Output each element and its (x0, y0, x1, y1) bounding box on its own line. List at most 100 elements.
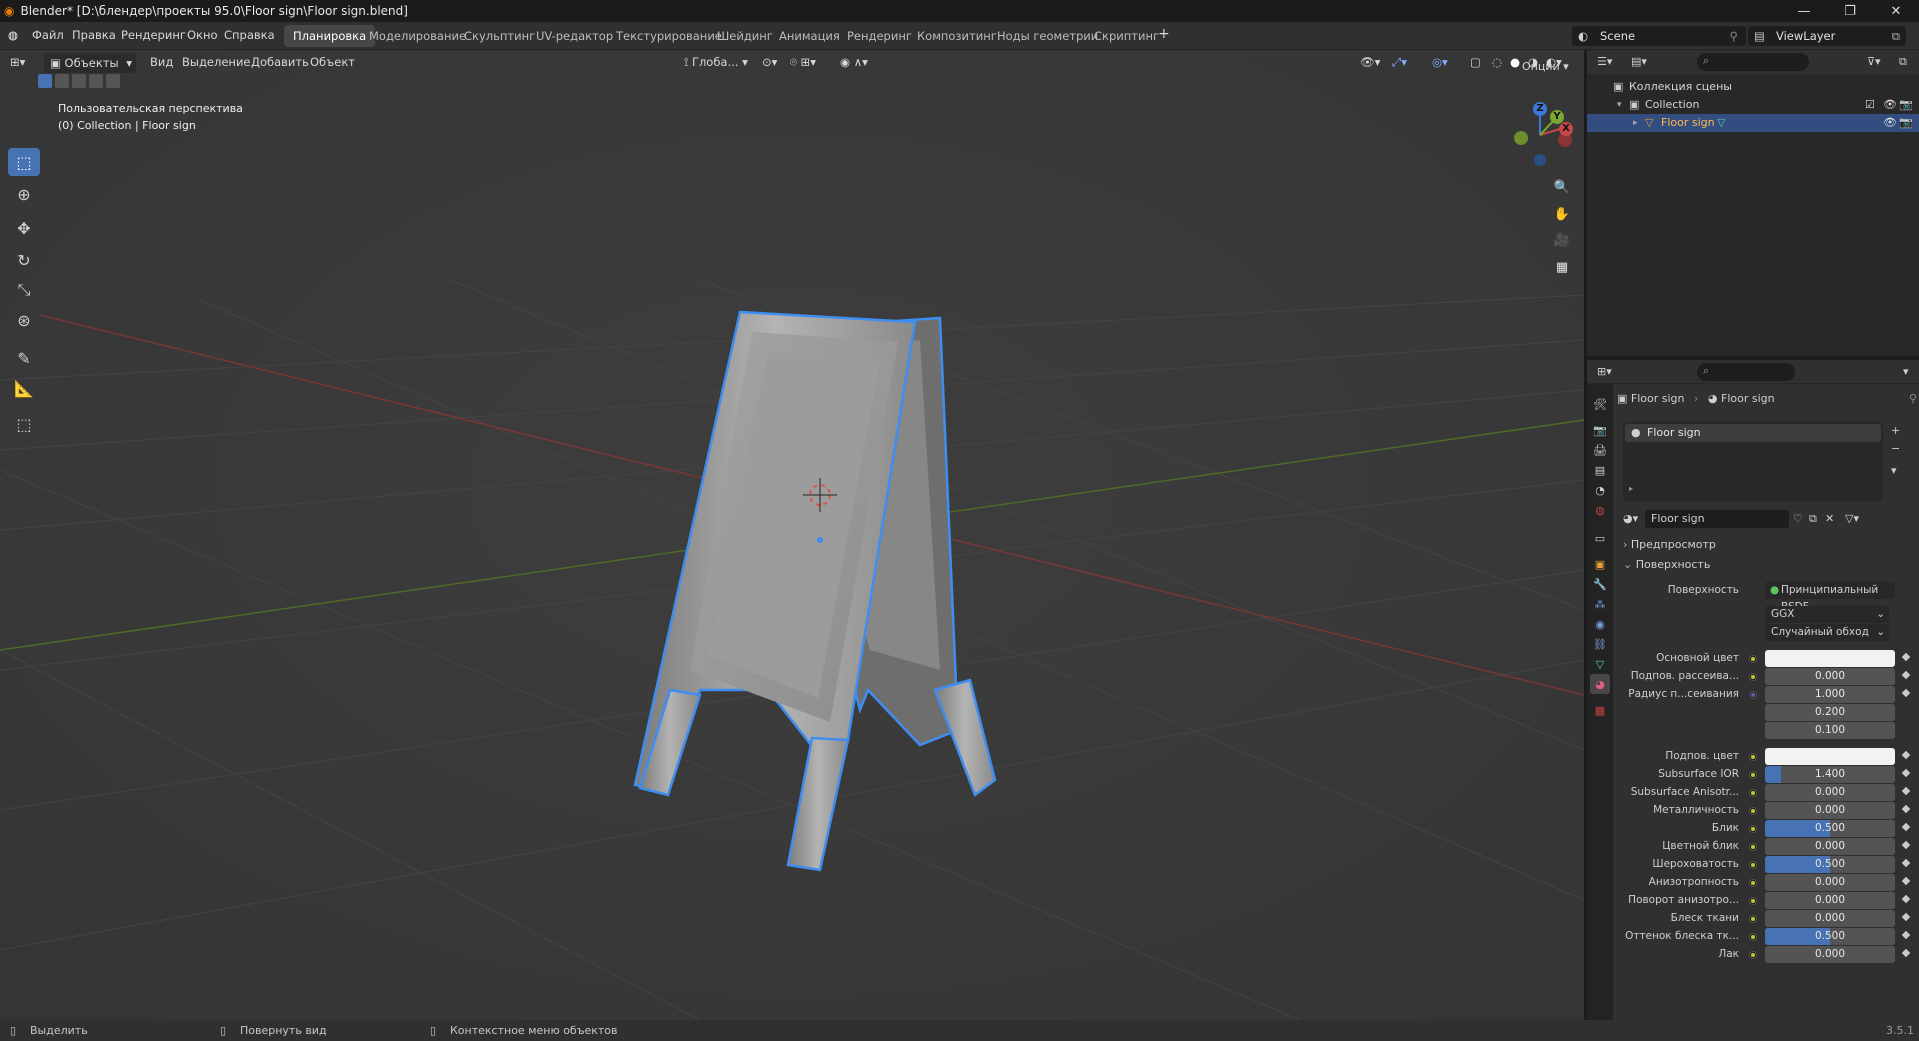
property-value-field[interactable]: 0.000 (1765, 784, 1895, 801)
scale-tool-icon[interactable]: ⤡ (8, 276, 40, 304)
socket-icon[interactable] (1749, 673, 1757, 681)
transform-tool-icon[interactable]: ⊛ (8, 306, 40, 334)
select-invert-icon[interactable] (89, 74, 103, 88)
new-collection-icon[interactable]: ⧉ (1899, 55, 1907, 69)
mesh-data-icon[interactable]: ▽ (1717, 114, 1725, 132)
select-box-tool-icon[interactable]: ⬚ (8, 148, 40, 176)
scene-tab-icon[interactable]: ◔ (1590, 480, 1610, 500)
property-value-field[interactable]: 1.000 (1765, 686, 1895, 703)
keyframe-icon[interactable] (1901, 930, 1911, 940)
property-value-field[interactable]: 1.400 (1765, 766, 1895, 783)
remove-slot-icon[interactable]: − (1891, 442, 1900, 455)
browse-material-icon[interactable]: ◕▾ (1623, 512, 1638, 525)
distribution-dropdown[interactable]: GGX ⌄ (1765, 606, 1889, 623)
editor-type-icon[interactable]: ⊞▾ (10, 55, 25, 69)
annotate-tool-icon[interactable]: ✎ (8, 344, 40, 372)
outliner-editor-icon[interactable]: ☰▾ (1597, 55, 1612, 68)
render-tab-icon[interactable]: 📷 (1590, 420, 1610, 440)
keyframe-icon[interactable] (1901, 858, 1911, 868)
tab-scripting[interactable]: Скриптинг (1085, 25, 1168, 47)
unlink-material-icon[interactable]: ✕ (1825, 512, 1834, 525)
solid-shading-icon[interactable]: ● (1510, 55, 1520, 69)
pivot-icon[interactable]: ⊙▾ (762, 55, 777, 69)
socket-icon[interactable] (1749, 807, 1757, 815)
socket-icon[interactable] (1749, 843, 1757, 851)
xray-icon[interactable]: ▢ (1470, 55, 1481, 69)
display-mode-icon[interactable]: ▤▾ (1631, 55, 1647, 68)
navigation-gizmo[interactable]: Z Y X (1505, 100, 1575, 170)
expand-arrow-icon[interactable]: ▾ (1617, 96, 1622, 114)
add-cube-tool-icon[interactable]: ⬚ (8, 410, 40, 438)
keyframe-icon[interactable] (1901, 822, 1911, 832)
eye-icon[interactable]: 👁 (1883, 114, 1897, 132)
menu-render[interactable]: Рендеринг (121, 28, 186, 42)
material-tab-icon[interactable]: ◕ (1590, 674, 1610, 694)
property-value-field[interactable]: 0.000 (1765, 668, 1895, 685)
keyframe-icon[interactable] (1901, 876, 1911, 886)
constraints-tab-icon[interactable]: ⛓ (1590, 634, 1610, 654)
overlays-icon[interactable]: ◎▾ (1432, 55, 1448, 69)
property-value-field[interactable]: 0.000 (1765, 946, 1895, 963)
world-tab-icon[interactable]: ◍ (1590, 500, 1610, 520)
keyframe-icon[interactable] (1901, 652, 1911, 662)
modifier-tab-icon[interactable]: 🔧 (1590, 574, 1610, 594)
select-new-icon[interactable] (38, 74, 52, 88)
3d-viewport[interactable]: ⊞▾ ▣ Объекты ▾ Вид Выделение Добавить Объ… (0, 50, 1584, 1020)
slot-specials-icon[interactable]: ▾ (1891, 464, 1897, 477)
keyframe-icon[interactable] (1901, 804, 1911, 814)
expand-arrow-icon[interactable]: ▸ (1629, 484, 1633, 493)
socket-icon[interactable] (1749, 897, 1757, 905)
viewlayer-selector[interactable]: ▤ ViewLayer ⧉ (1748, 26, 1906, 46)
close-window-button[interactable]: ✕ (1873, 0, 1919, 22)
subsurface-method-dropdown[interactable]: Случайный обход ⌄ (1765, 624, 1889, 641)
exclude-checkbox-icon[interactable]: ☑ (1865, 96, 1875, 114)
snap-icon[interactable]: ⌾ ⊞▾ (790, 55, 816, 70)
particles-tab-icon[interactable]: ⁂ (1590, 594, 1610, 614)
menu-help[interactable]: Справка (224, 28, 275, 42)
menu-window[interactable]: Окно (187, 28, 218, 42)
color-swatch[interactable] (1765, 650, 1895, 667)
outliner-search-input[interactable]: ⌕ (1697, 53, 1809, 71)
filter-icon[interactable]: ⊽▾ (1867, 55, 1881, 68)
blender-menu-icon[interactable]: ◍ (8, 28, 18, 42)
keyframe-icon[interactable] (1901, 750, 1911, 760)
output-tab-icon[interactable]: 🖨 (1590, 440, 1610, 460)
socket-icon[interactable] (1749, 771, 1757, 779)
measure-tool-icon[interactable]: 📐 (8, 374, 40, 402)
outliner-row-collection[interactable]: ▾ ▣ Collection ☑ 👁 📷 (1587, 96, 1919, 114)
material-slot-row[interactable]: ● Floor sign (1625, 424, 1881, 442)
rotate-tool-icon[interactable]: ↻ (8, 246, 40, 274)
new-viewlayer-icon[interactable]: ⧉ (1892, 26, 1900, 46)
property-value-field[interactable]: 0.000 (1765, 910, 1895, 927)
property-value-field[interactable]: 0.000 (1765, 892, 1895, 909)
gizmo-icon[interactable]: ⤢▾ (1392, 55, 1407, 70)
pin-icon[interactable]: ⚲ (1730, 26, 1738, 46)
socket-icon[interactable] (1749, 879, 1757, 887)
data-tab-icon[interactable]: ▽ (1590, 654, 1610, 674)
property-value-field[interactable]: 0.000 (1765, 874, 1895, 891)
keyframe-icon[interactable] (1901, 948, 1911, 958)
select-subtract-icon[interactable] (72, 74, 86, 88)
socket-icon[interactable] (1749, 861, 1757, 869)
pin-icon[interactable]: ⚲ (1909, 392, 1917, 405)
viewlayer-tab-icon[interactable]: ▤ (1590, 460, 1610, 480)
orientation-selector[interactable]: ⟟ Глоба... ▾ (684, 55, 748, 70)
keyframe-icon[interactable] (1901, 786, 1911, 796)
duplicate-material-icon[interactable]: ⧉ (1809, 512, 1817, 526)
socket-icon[interactable] (1749, 753, 1757, 761)
tool-tab-icon[interactable]: 🛠 (1590, 394, 1610, 414)
proportional-edit-icon[interactable]: ◉ ∧▾ (840, 55, 868, 69)
property-value-field[interactable]: 0.500 (1765, 820, 1895, 837)
mode-selector[interactable]: ▣ Объекты ▾ (44, 53, 136, 73)
menu-object[interactable]: Объект (310, 55, 355, 69)
expand-arrow-icon[interactable]: ▸ (1633, 114, 1638, 132)
minimize-button[interactable]: — (1781, 0, 1827, 22)
socket-icon[interactable] (1749, 915, 1757, 923)
options-menu[interactable]: Опции ▾ (1522, 60, 1569, 73)
section-preview[interactable]: › Предпросмотр (1623, 538, 1919, 556)
physics-tab-icon[interactable]: ◉ (1590, 614, 1610, 634)
camera-view-icon[interactable]: 🎥 (1550, 228, 1574, 252)
select-intersect-icon[interactable] (106, 74, 120, 88)
property-value-field[interactable]: 0.500 (1765, 928, 1895, 945)
property-value-field[interactable]: 0.500 (1765, 856, 1895, 873)
